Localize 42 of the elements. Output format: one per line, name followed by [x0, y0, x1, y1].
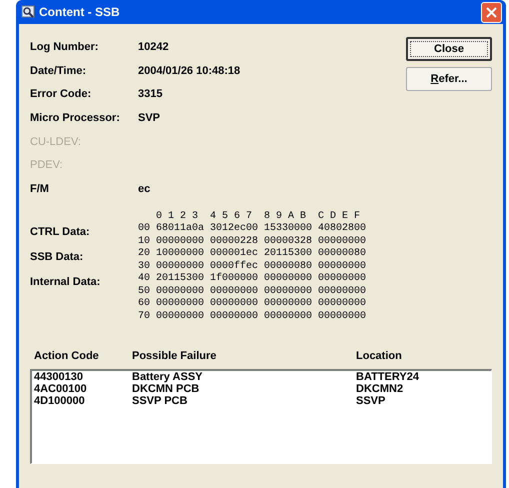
hex-row: 60 00000000 00000000 00000000 00000000 [138, 298, 366, 311]
close-icon [486, 6, 497, 18]
table-cell-text: Battery ASSY [132, 370, 204, 383]
window-title: Content - SSB [39, 4, 121, 21]
table-cell-text: 44300130 [34, 370, 84, 383]
field-value: SVP [138, 111, 160, 126]
field-value: 3315 [138, 87, 162, 102]
hex-row: 70 00000000 00000000 00000000 00000000 [138, 310, 366, 324]
hex-row-text: 30 00000000 0000ffec 00000080 00000000 [138, 260, 366, 272]
table-cell-text: BATTERY24 [356, 370, 420, 383]
field-value: ec [138, 182, 150, 198]
hex-row: 00 68011a0a 3012ec00 15330000 40802800 [138, 223, 366, 236]
hex-column-header: 0 1 2 3 4 5 6 7 8 9 A B C D E F [155, 210, 362, 223]
table-cell-text: 4AC00100 [34, 382, 88, 395]
table-cell-text: SSVP [356, 394, 386, 407]
column-header: Location [356, 349, 403, 364]
hex-row-text: 20 10000000 000001ec 20115300 00000080 [138, 248, 366, 260]
field-value: 10242 [138, 40, 169, 55]
hex-row: 40 20115300 1f000000 00000000 00000000 [138, 273, 366, 286]
close-button[interactable] [481, 2, 502, 22]
field-label: Log Number: [30, 40, 100, 55]
data-label: SSB Data: [30, 250, 84, 265]
field-value: 2004/01/26 10:48:18 [138, 64, 240, 79]
close-button[interactable]: Close [406, 37, 492, 61]
field-label: PDEV: [30, 158, 64, 174]
field-label: CU-LDEV: [30, 134, 82, 150]
table-cell-text: DKCMN PCB [132, 382, 200, 395]
data-label: Internal Data: [30, 274, 102, 290]
hex-row-text: 50 00000000 00000000 00000000 00000000 [138, 286, 366, 298]
field-label: Date/Time: [30, 64, 88, 79]
table-cell-text: 4D100000 [34, 394, 86, 407]
data-label: CTRL Data: [30, 224, 91, 240]
field-label: Error Code: [30, 87, 92, 102]
field-label: Micro Processor: [30, 111, 121, 126]
app-icon [21, 5, 35, 19]
table-cell-text: SSVP PCB [132, 394, 188, 407]
column-header: Action Code [34, 349, 100, 364]
hex-row-text: 10 00000000 00000228 00000328 00000000 [138, 236, 366, 248]
column-header: Possible Failure [132, 349, 218, 364]
field-label: F/M [30, 182, 50, 198]
table-cell-text: DKCMN2 [356, 382, 404, 395]
refer-button[interactable]: Refer... [406, 67, 492, 91]
